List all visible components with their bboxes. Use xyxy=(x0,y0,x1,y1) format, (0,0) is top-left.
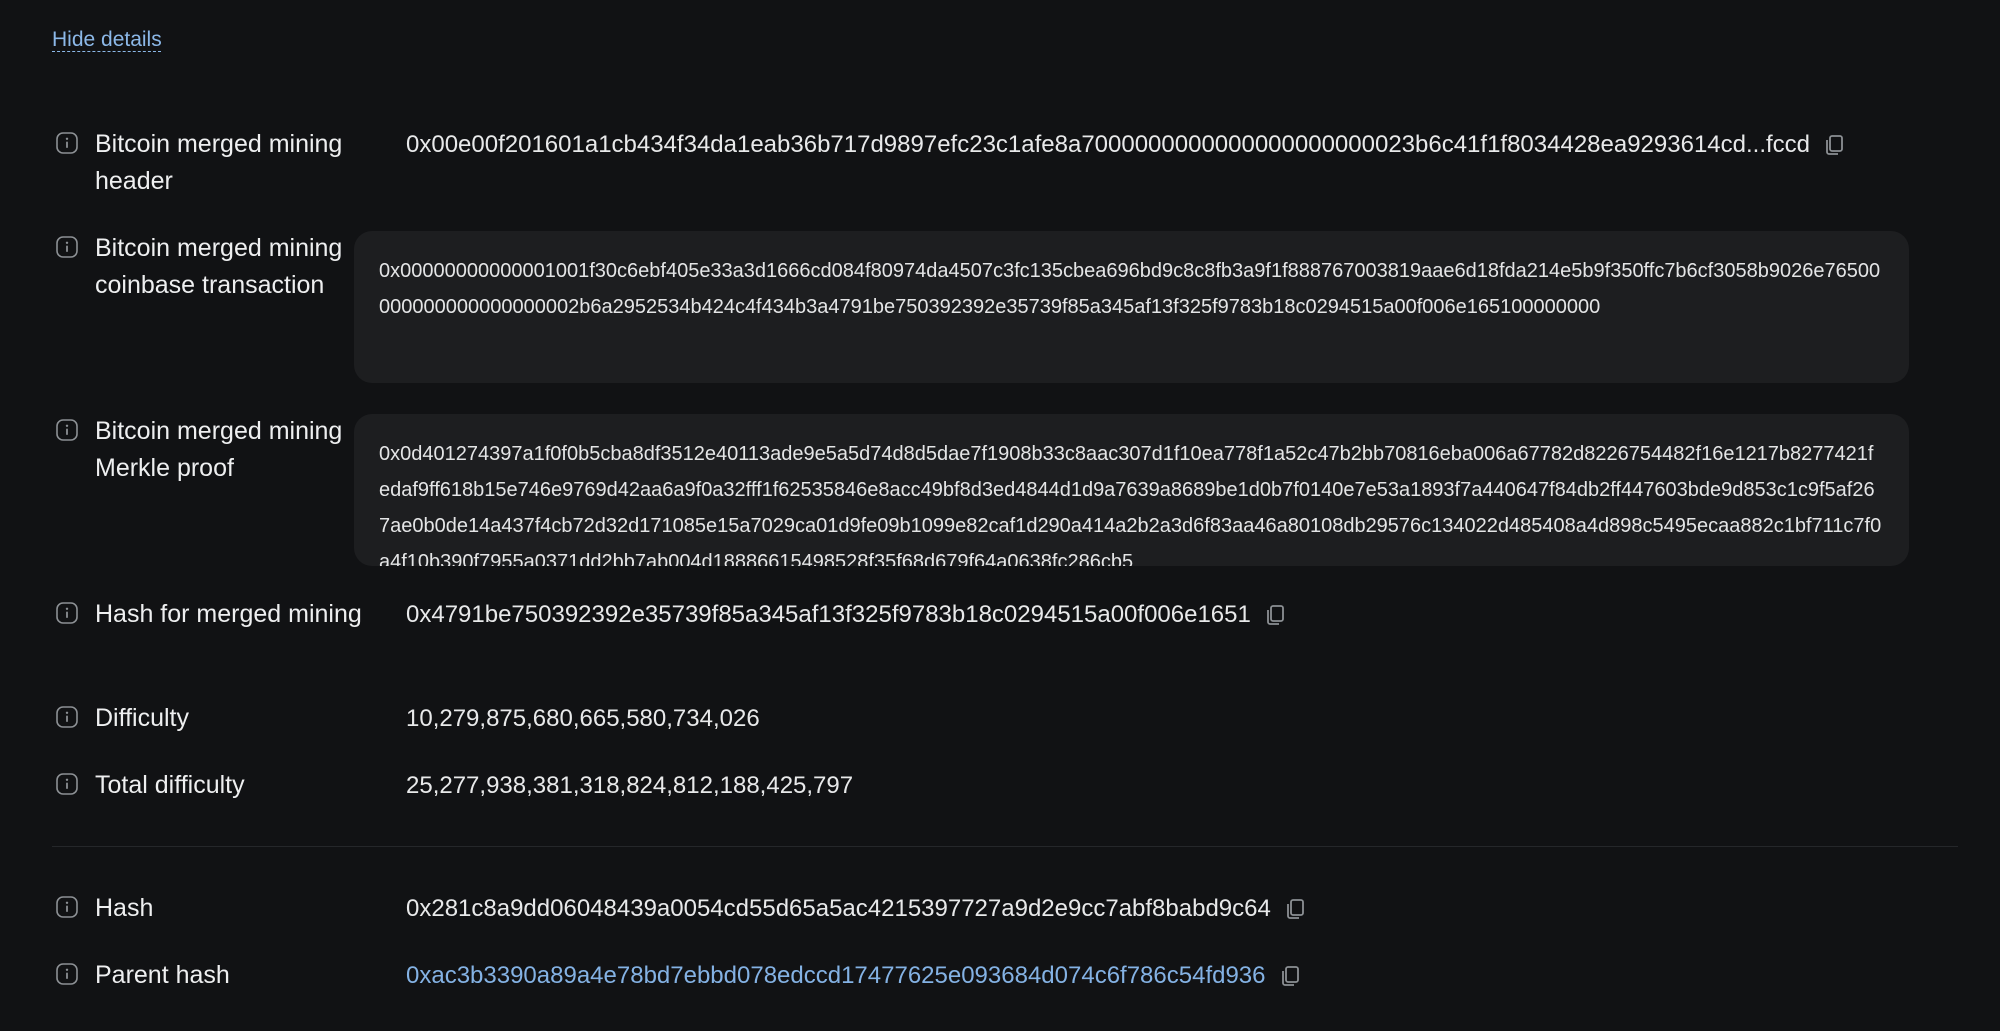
field-label: Bitcoin merged mining Merkle proof xyxy=(95,417,343,482)
field-label: Hash xyxy=(95,894,154,922)
total-difficulty-value: 25,277,938,381,318,824,812,188,425,797 xyxy=(406,772,854,799)
field-label: Difficulty xyxy=(95,704,190,732)
difficulty-value: 10,279,875,680,665,580,734,026 xyxy=(406,705,760,732)
copy-icon[interactable] xyxy=(1283,897,1307,921)
copy-icon[interactable] xyxy=(1822,133,1846,157)
coinbase-transaction-box[interactable]: 0x00000000000001001f30c6ebf405e33a3d1666… xyxy=(354,231,1909,383)
info-icon[interactable] xyxy=(56,706,78,728)
field-value: 0xac3b3390a89a4e78bd7ebbd078edccd1747762… xyxy=(406,957,1302,994)
info-icon[interactable] xyxy=(56,963,78,985)
hash-value: 0x281c8a9dd06048439a0054cd55d65a5ac42153… xyxy=(406,895,1271,922)
field-label: Parent hash xyxy=(95,961,230,989)
info-icon[interactable] xyxy=(56,896,78,918)
btc-header-value: 0x00e00f201601a1cb434f34da1eab36b717d989… xyxy=(406,131,1811,158)
info-icon[interactable] xyxy=(56,132,78,154)
field-value: 0x281c8a9dd06048439a0054cd55d65a5ac42153… xyxy=(406,890,1307,927)
copy-icon[interactable] xyxy=(1278,964,1302,988)
field-value: 25,277,938,381,318,824,812,188,425,797 xyxy=(406,767,853,804)
field-label: Hash for merged mining xyxy=(95,600,362,628)
field-label: Bitcoin merged mining header xyxy=(95,130,343,195)
merkle-proof-box[interactable]: 0x0d401274397a1f0f0b5cba8df3512e40113ade… xyxy=(354,414,1909,566)
field-label: Bitcoin merged mining coinbase transacti… xyxy=(95,234,343,299)
field-label: Total difficulty xyxy=(95,771,245,799)
field-value: 0x4791be750392392e35739f85a345af13f325f9… xyxy=(406,596,1287,633)
info-icon[interactable] xyxy=(56,419,78,441)
info-icon[interactable] xyxy=(56,236,78,258)
field-value: 10,279,875,680,665,580,734,026 xyxy=(406,700,760,737)
parent-hash-link[interactable]: 0xac3b3390a89a4e78bd7ebbd078edccd1747762… xyxy=(406,957,1266,994)
info-icon[interactable] xyxy=(56,602,78,624)
merged-hash-value: 0x4791be750392392e35739f85a345af13f325f9… xyxy=(406,601,1251,628)
hide-details-link[interactable]: Hide details xyxy=(52,28,162,52)
merkle-proof-value: 0x0d401274397a1f0f0b5cba8df3512e40113ade… xyxy=(379,443,1882,566)
copy-icon[interactable] xyxy=(1263,603,1287,627)
info-icon[interactable] xyxy=(56,773,78,795)
coinbase-transaction-value: 0x00000000000001001f30c6ebf405e33a3d1666… xyxy=(379,260,1881,318)
section-divider xyxy=(52,846,1958,847)
field-value: 0x00e00f201601a1cb434f34da1eab36b717d989… xyxy=(406,126,1846,163)
